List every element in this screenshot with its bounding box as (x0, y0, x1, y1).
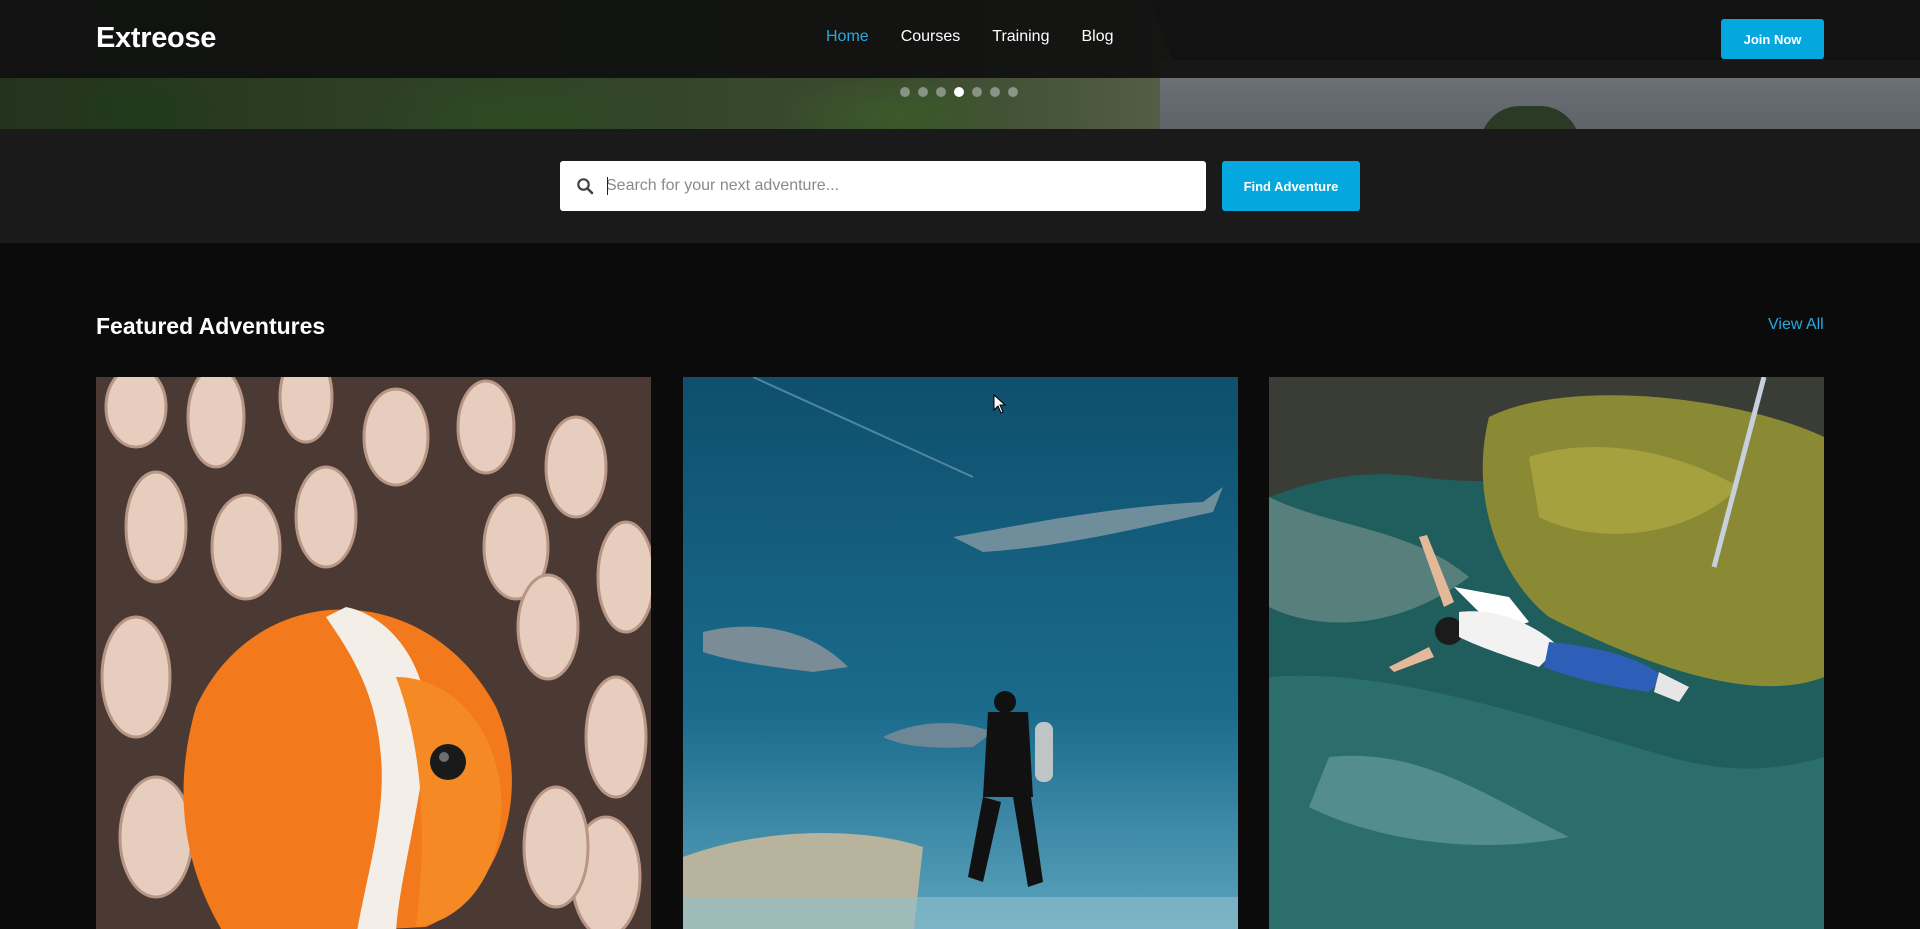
search-input[interactable] (606, 161, 1196, 211)
search-icon (577, 178, 594, 195)
adventure-card-image-scuba-diving[interactable] (683, 377, 1238, 929)
search-field[interactable] (560, 161, 1206, 211)
clownfish-photo (96, 377, 651, 929)
carousel-dot[interactable] (990, 87, 1000, 97)
search-section: Find Adventure (0, 129, 1920, 243)
adventure-card-image-clownfish[interactable] (96, 377, 651, 929)
text-caret (607, 177, 608, 195)
join-now-button[interactable]: Join Now (1721, 19, 1824, 59)
top-navbar: Extreose Home Courses Training Blog Join… (0, 0, 1920, 78)
carousel-dot[interactable] (900, 87, 910, 97)
bungee-jumping-photo (1269, 377, 1824, 929)
find-adventure-button[interactable]: Find Adventure (1222, 161, 1360, 211)
view-all-link[interactable]: View All (1768, 316, 1824, 334)
mouse-cursor-icon (993, 394, 1007, 414)
section-title: Featured Adventures (96, 313, 326, 339)
site-logo[interactable]: Extreose (96, 22, 216, 55)
carousel-dot[interactable] (918, 87, 928, 97)
carousel-dot-active[interactable] (954, 87, 964, 97)
carousel-dot[interactable] (936, 87, 946, 97)
nav-item-courses[interactable]: Courses (901, 28, 961, 46)
adventure-card-image-bungee-jumping[interactable] (1269, 377, 1824, 929)
nav-item-training[interactable]: Training (992, 28, 1049, 46)
nav-item-blog[interactable]: Blog (1081, 28, 1113, 46)
nav-item-home[interactable]: Home (826, 28, 869, 46)
carousel-dot[interactable] (1008, 87, 1018, 97)
carousel-dot[interactable] (972, 87, 982, 97)
carousel-indicators (900, 87, 1018, 97)
scuba-diving-photo (683, 377, 1238, 929)
main-menu: Home Courses Training Blog (826, 28, 1146, 46)
